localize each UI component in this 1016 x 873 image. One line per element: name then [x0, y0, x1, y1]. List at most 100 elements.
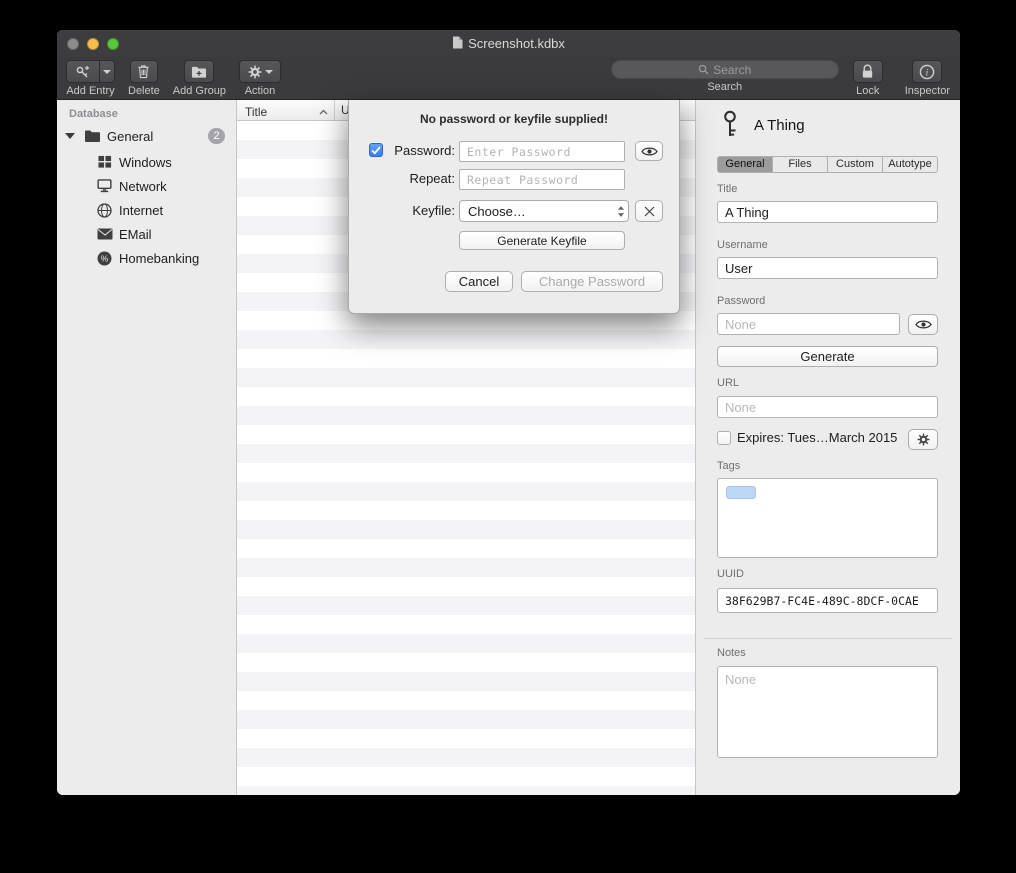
key-icon — [718, 108, 742, 145]
sidebar-item-label: Windows — [119, 155, 172, 170]
sidebar-item-email[interactable]: EMail — [57, 222, 236, 246]
sidebar: Database General 2 Windows Network — [57, 100, 237, 795]
group-count-badge: 2 — [208, 128, 225, 144]
password-checkbox[interactable] — [369, 143, 383, 157]
toolbar-item-lock: Lock — [853, 60, 883, 97]
disclosure-triangle-icon[interactable] — [65, 133, 75, 139]
change-password-button[interactable]: Change Password — [521, 271, 663, 292]
chevron-down-icon — [103, 70, 111, 74]
password-field-label: Password — [717, 295, 938, 307]
notes-textarea[interactable] — [717, 666, 938, 758]
toolbar-item-delete: Delete — [128, 60, 160, 97]
tags-input-area[interactable] — [717, 478, 938, 558]
column-title-label: Title — [245, 105, 267, 119]
expires-checkbox[interactable] — [717, 431, 731, 445]
sidebar-item-general[interactable]: General 2 — [57, 124, 236, 148]
tab-autotype[interactable]: Autotype — [882, 156, 938, 173]
add-entry-button[interactable] — [66, 60, 115, 83]
uuid-input[interactable] — [717, 588, 938, 613]
generate-keyfile-button[interactable]: Generate Keyfile — [459, 231, 625, 250]
zoom-button[interactable] — [107, 38, 119, 50]
svg-text:i: i — [926, 68, 929, 78]
trash-icon — [137, 64, 150, 79]
tag-token[interactable] — [726, 486, 756, 499]
eye-icon — [915, 319, 932, 330]
search-input[interactable]: Search — [611, 60, 839, 79]
add-group-label: Add Group — [173, 85, 226, 97]
cancel-button[interactable]: Cancel — [445, 271, 513, 292]
screen: Screenshot.kdbx Add Entry — [0, 0, 1016, 873]
keyfile-dropdown[interactable]: Choose… — [459, 200, 629, 222]
windows-icon — [96, 155, 113, 169]
action-button[interactable] — [239, 60, 281, 83]
keyfile-label: Keyfile: — [385, 203, 455, 218]
toolbar: Add Entry Delete Add Group — [57, 57, 960, 100]
tab-general[interactable]: General — [717, 156, 773, 173]
add-group-button[interactable] — [184, 60, 214, 83]
keyfile-selected-value: Choose… — [468, 204, 526, 219]
toolbar-item-add-entry: Add Entry — [66, 60, 115, 97]
document-icon — [452, 36, 463, 52]
sidebar-item-label: Internet — [119, 203, 163, 218]
close-button[interactable] — [67, 38, 79, 50]
column-header-title[interactable]: Title — [237, 100, 335, 120]
cancel-button-label: Cancel — [459, 274, 499, 289]
sidebar-item-label: General — [107, 129, 153, 144]
generate-button-label: Generate — [800, 349, 854, 364]
lock-button[interactable] — [853, 60, 883, 83]
add-entry-dropdown[interactable] — [99, 61, 114, 82]
close-x-icon — [644, 206, 655, 217]
search-label: Search — [707, 81, 742, 93]
traffic-lights — [67, 38, 119, 50]
username-field-label: Username — [717, 239, 938, 251]
repeat-password-input[interactable] — [459, 169, 625, 190]
folder-plus-icon — [191, 65, 207, 79]
search-placeholder: Search — [713, 63, 751, 77]
url-input[interactable] — [717, 396, 938, 418]
sidebar-item-windows[interactable]: Windows — [57, 150, 236, 174]
toolbar-item-add-group: Add Group — [173, 60, 226, 97]
clear-keyfile-button[interactable] — [635, 200, 663, 222]
window-title-text: Screenshot.kdbx — [468, 36, 565, 51]
title-input[interactable] — [717, 201, 938, 223]
toolbar-item-action: Action — [239, 60, 281, 97]
sidebar-item-homebanking[interactable]: % Homebanking — [57, 246, 236, 270]
minimize-button[interactable] — [87, 38, 99, 50]
svg-text:%: % — [101, 253, 109, 263]
notes-label: Notes — [717, 647, 938, 659]
toolbar-item-inspector: i Inspector — [905, 60, 950, 97]
lock-label: Lock — [856, 85, 879, 97]
password-input[interactable] — [717, 313, 900, 335]
chevron-down-icon — [265, 70, 273, 74]
sidebar-item-internet[interactable]: Internet — [57, 198, 236, 222]
username-input[interactable] — [717, 257, 938, 279]
add-entry-label: Add Entry — [66, 85, 114, 97]
tags-label: Tags — [717, 460, 938, 472]
delete-button[interactable] — [130, 60, 158, 83]
divider — [704, 638, 952, 639]
folder-icon — [84, 129, 101, 143]
inspector-panel: A Thing General Files Custom Autotype Ti… — [695, 100, 960, 795]
tab-files[interactable]: Files — [772, 156, 828, 173]
reveal-password-button[interactable] — [908, 314, 938, 335]
password-entry-input[interactable] — [459, 141, 625, 162]
tab-custom[interactable]: Custom — [827, 156, 883, 173]
title-field-label: Title — [717, 183, 938, 195]
lock-icon — [861, 64, 874, 79]
sheet-message: No password or keyfile supplied! — [349, 112, 679, 126]
action-label: Action — [245, 85, 276, 97]
window-title: Screenshot.kdbx — [452, 36, 565, 52]
delete-label: Delete — [128, 85, 160, 97]
uuid-label: UUID — [717, 568, 938, 580]
entry-title: A Thing — [754, 117, 805, 134]
expires-settings-button[interactable] — [908, 429, 938, 450]
sidebar-item-network[interactable]: Network — [57, 174, 236, 198]
generate-password-button[interactable]: Generate — [717, 346, 938, 367]
reveal-password-button[interactable] — [635, 141, 663, 161]
network-icon — [96, 179, 113, 193]
eye-icon — [641, 146, 658, 157]
app-window: Screenshot.kdbx Add Entry — [57, 30, 960, 795]
inspector-button[interactable]: i — [912, 60, 942, 83]
stepper-arrows-icon — [613, 205, 628, 218]
expires-row: Expires: Tues…March 2015 — [717, 430, 897, 445]
